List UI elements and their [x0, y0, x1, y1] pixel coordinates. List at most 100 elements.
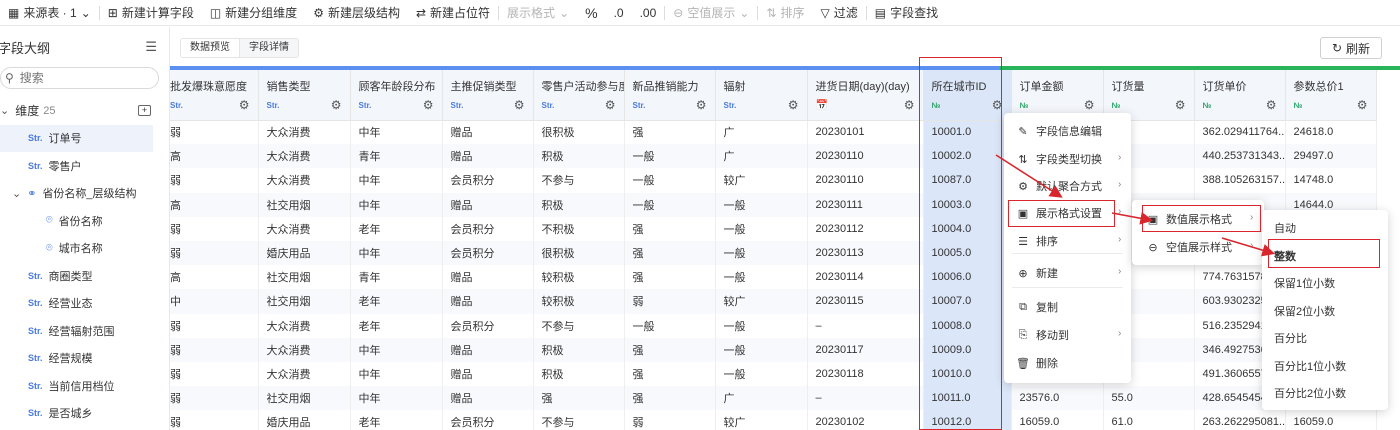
- table-cell[interactable]: 一般: [715, 337, 808, 362]
- number-format-option[interactable]: 百分比1位小数: [1274, 356, 1382, 376]
- column-settings-gear-icon[interactable]: ⚙: [1175, 98, 1186, 112]
- table-cell[interactable]: 强: [624, 386, 716, 411]
- context-menu-item[interactable]: ⧉ 复制: [1016, 297, 1126, 317]
- table-cell[interactable]: 弱: [170, 240, 259, 266]
- table-cell[interactable]: 一般: [624, 192, 716, 217]
- table-cell[interactable]: 弱: [170, 216, 259, 241]
- table-cell[interactable]: 社交用烟: [258, 289, 351, 314]
- table-cell[interactable]: 广: [715, 144, 808, 169]
- column-settings-gear-icon[interactable]: ⚙: [1266, 98, 1277, 112]
- table-cell[interactable]: 10001.0: [923, 120, 1012, 145]
- table-cell[interactable]: 20230102: [807, 410, 924, 430]
- sidebar-field-item[interactable]: Str. 是否城乡: [0, 400, 169, 428]
- column-settings-gear-icon[interactable]: ⚙: [239, 98, 250, 112]
- table-cell[interactable]: 中年: [350, 192, 443, 217]
- table-cell[interactable]: 赠品: [442, 386, 534, 411]
- table-cell[interactable]: 较广: [715, 168, 808, 193]
- table-cell[interactable]: 一般: [715, 240, 808, 266]
- table-cell[interactable]: 10009.0: [923, 337, 1012, 362]
- table-cell[interactable]: 440.253731343...: [1194, 144, 1286, 169]
- sidebar-field-item[interactable]: Str. 经营辐射范围: [0, 317, 169, 345]
- table-cell[interactable]: 赠品: [442, 289, 534, 314]
- table-cell[interactable]: 会员积分: [442, 216, 534, 241]
- table-cell[interactable]: 赠品: [442, 265, 534, 290]
- table-cell[interactable]: 较积极: [533, 265, 625, 290]
- sidebar-field-item[interactable]: Str. 经营规模: [0, 345, 169, 373]
- table-cell[interactable]: 青年: [350, 144, 443, 169]
- table-cell[interactable]: 弱: [170, 337, 259, 362]
- table-cell[interactable]: 10002.0: [923, 144, 1012, 169]
- new-calc-field-button[interactable]: ⊞ 新建计算字段: [100, 0, 202, 26]
- table-cell[interactable]: 一般: [715, 265, 808, 290]
- table-cell[interactable]: 一般: [624, 144, 716, 169]
- collapse-menu-icon[interactable]: ☰: [145, 39, 157, 55]
- column-header[interactable]: 批发爆珠意愿度 Str. ⚙: [170, 70, 259, 121]
- column-settings-gear-icon[interactable]: ⚙: [992, 98, 1003, 112]
- sidebar-field-item[interactable]: ⌾ 城市名称: [0, 235, 169, 263]
- new-placeholder-button[interactable]: ⇄ 新建占位符: [408, 0, 498, 26]
- sidebar-field-item[interactable]: ⌄ ⚭ 省份名称_层级结构: [0, 180, 169, 208]
- table-cell[interactable]: 弱: [170, 410, 259, 430]
- context-menu-item[interactable]: ☰ 排序 ›: [1016, 231, 1126, 251]
- table-cell[interactable]: 10010.0: [923, 361, 1012, 387]
- table-cell[interactable]: 弱: [170, 168, 259, 193]
- table-cell[interactable]: 婚庆用品: [258, 410, 351, 430]
- table-cell[interactable]: 一般: [624, 313, 716, 338]
- table-cell[interactable]: 老年: [350, 216, 443, 241]
- null-display-dropdown[interactable]: ⊖ 空值展示 ⌄: [665, 0, 757, 26]
- table-cell[interactable]: 青年: [350, 265, 443, 290]
- column-settings-gear-icon[interactable]: ⚙: [1084, 98, 1095, 112]
- table-cell[interactable]: 20230118: [807, 361, 924, 387]
- table-cell[interactable]: 较积极: [533, 289, 625, 314]
- table-cell[interactable]: 强: [624, 361, 716, 387]
- refresh-button[interactable]: ↻ 刷新: [1320, 37, 1382, 59]
- table-cell[interactable]: 积极: [533, 361, 625, 387]
- table-cell[interactable]: 积极: [533, 337, 625, 362]
- table-cell[interactable]: 23576.0: [1011, 386, 1104, 411]
- table-cell[interactable]: 20230117: [807, 337, 924, 362]
- tab-data-preview[interactable]: 数据预览: [181, 39, 239, 57]
- table-cell[interactable]: 24618.0: [1285, 120, 1377, 145]
- column-settings-gear-icon[interactable]: ⚙: [788, 98, 799, 112]
- table-cell[interactable]: 362.029411764...: [1194, 120, 1286, 145]
- sidebar-field-item[interactable]: Str. 订单号: [0, 124, 153, 152]
- table-cell[interactable]: 一般: [715, 313, 808, 338]
- column-header[interactable]: 所在城市ID № ⚙: [923, 70, 1012, 121]
- sidebar-field-item[interactable]: ⌾ 省份名称: [0, 207, 169, 235]
- context-menu-item[interactable]: ▣ 展示格式设置 ›: [1016, 203, 1126, 223]
- table-cell[interactable]: 弱: [170, 313, 259, 338]
- table-cell[interactable]: 中年: [350, 168, 443, 193]
- table-cell[interactable]: 10012.0: [923, 410, 1012, 430]
- table-cell[interactable]: 一般: [715, 192, 808, 217]
- table-cell[interactable]: 赠品: [442, 337, 534, 362]
- table-cell[interactable]: 中: [170, 289, 259, 314]
- new-group-dimension-button[interactable]: ◫ 新建分组维度: [202, 0, 305, 26]
- table-cell[interactable]: 10087.0: [923, 168, 1012, 193]
- table-cell[interactable]: 20230111: [807, 192, 924, 217]
- table-cell[interactable]: 20230112: [807, 216, 924, 241]
- table-cell[interactable]: 高: [170, 192, 259, 217]
- table-cell[interactable]: 弱: [624, 410, 716, 430]
- table-cell[interactable]: 会员积分: [442, 240, 534, 266]
- chevron-down-icon[interactable]: ⌄: [12, 187, 21, 200]
- sidebar-field-item[interactable]: Str. 商圈类型: [0, 262, 169, 290]
- table-cell[interactable]: 高: [170, 144, 259, 169]
- table-cell[interactable]: 16059.0: [1011, 410, 1104, 430]
- table-cell[interactable]: 10003.0: [923, 192, 1012, 217]
- table-cell[interactable]: 社交用烟: [258, 265, 351, 290]
- table-cell[interactable]: 赠品: [442, 120, 534, 145]
- display-format-dropdown[interactable]: 展示格式 ⌄: [499, 0, 577, 26]
- add-folder-icon[interactable]: +: [138, 105, 151, 117]
- sidebar-field-item[interactable]: Str. 经营业态: [0, 290, 169, 318]
- table-cell[interactable]: 积极: [533, 144, 625, 169]
- sort-button[interactable]: ⇅ 排序: [758, 0, 812, 26]
- table-cell[interactable]: 10008.0: [923, 313, 1012, 338]
- table-cell[interactable]: 中年: [350, 120, 443, 145]
- table-cell[interactable]: 20230114: [807, 265, 924, 290]
- table-cell[interactable]: 10005.0: [923, 240, 1012, 266]
- table-cell[interactable]: 强: [624, 240, 716, 266]
- dimension-group-header[interactable]: ⌄ 维度 25 +: [0, 97, 169, 125]
- context-menu-item[interactable]: ✎ 字段信息编辑: [1016, 121, 1126, 141]
- number-format-option[interactable]: 保留2位小数: [1274, 301, 1382, 321]
- table-cell[interactable]: 388.105263157...: [1194, 168, 1286, 193]
